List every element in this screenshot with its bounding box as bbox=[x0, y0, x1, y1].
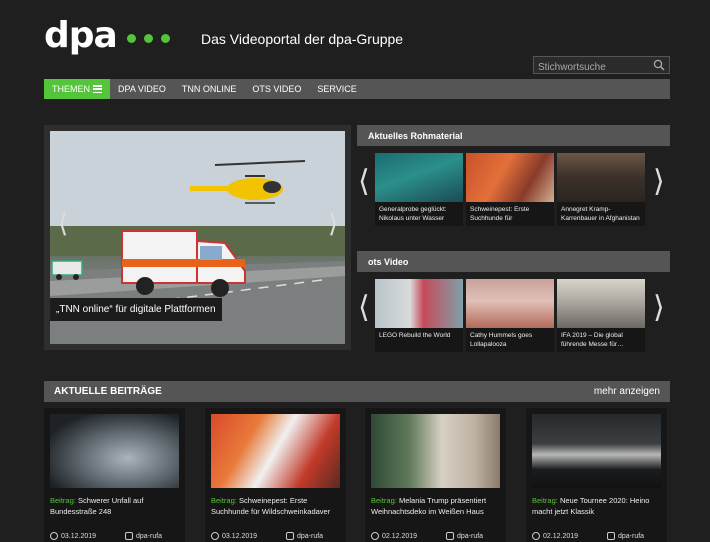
article-card[interactable]: Beitrag: Neue Tournee 2020: Heino macht … bbox=[526, 408, 667, 542]
hero-slider: ⟨ ⟩ „TNN online“ für digitale Plattforme… bbox=[44, 125, 351, 350]
search-icon[interactable] bbox=[653, 59, 665, 71]
nav-item-service[interactable]: SERVICE bbox=[309, 84, 364, 94]
search-input[interactable] bbox=[534, 59, 646, 76]
clock-icon bbox=[371, 532, 379, 540]
thumbnail-image bbox=[466, 153, 554, 202]
thumbnail-title: LEGO Rebuild the World bbox=[379, 332, 451, 339]
card-label: Beitrag: bbox=[532, 496, 558, 505]
logo-dots bbox=[126, 33, 170, 43]
card-label: Beitrag: bbox=[50, 496, 76, 505]
hero-caption[interactable]: „TNN online“ für digitale Plattformen bbox=[50, 298, 222, 321]
ots-next-arrow[interactable]: ⟩ bbox=[653, 293, 665, 323]
article-card[interactable]: Beitrag: Melania Trump präsentiert Weihn… bbox=[365, 408, 506, 542]
ots-video-title: ots Video bbox=[357, 251, 670, 272]
thumbnail-title: Cathy Hummels goes Lollapalooza bbox=[470, 332, 533, 348]
card-image bbox=[50, 414, 179, 488]
card-date: 02.12.2019 bbox=[543, 532, 579, 540]
video-thumbnail[interactable]: LEGO Rebuild the World bbox=[375, 279, 463, 352]
card-image bbox=[371, 414, 500, 488]
card-source: dpa-rufa bbox=[297, 532, 324, 540]
video-thumbnail[interactable]: Schweinepest: Erste Suchhunde für bbox=[466, 153, 554, 226]
video-thumbnail[interactable]: Generalprobe geglückt: Nikolaus unter Wa… bbox=[375, 153, 463, 226]
section-title: AKTUELLE BEITRÄGE bbox=[54, 386, 162, 397]
card-headline: Beitrag: Schweinepest: Erste Suchhunde f… bbox=[211, 496, 343, 517]
card-source: dpa-rufa bbox=[457, 532, 484, 540]
camera-icon bbox=[125, 532, 133, 540]
clock-icon bbox=[211, 532, 219, 540]
aktuelle-beitraege-header: AKTUELLE BEITRÄGE mehr anzeigen bbox=[44, 381, 670, 402]
thumbnail-title: IFA 2019 – Die global führende Messe für… bbox=[561, 332, 624, 348]
thumbnail-image bbox=[375, 279, 463, 328]
clock-icon bbox=[50, 532, 58, 540]
thumbnail-image bbox=[466, 279, 554, 328]
nav-item-tnn-online[interactable]: TNN ONLINE bbox=[174, 84, 245, 94]
more-link[interactable]: mehr anzeigen bbox=[594, 386, 660, 397]
card-meta: 03.12.2019 dpa-rufa bbox=[211, 532, 343, 540]
video-thumbnail[interactable]: Annegret Kramp-Karrenbauer in Afghanista… bbox=[557, 153, 645, 226]
rohmaterial-next-arrow[interactable]: ⟩ bbox=[653, 167, 665, 197]
card-image bbox=[532, 414, 661, 488]
rohmaterial-title: Aktuelles Rohmaterial bbox=[357, 125, 670, 146]
ots-video-panel: ots Video ⟨ LEGO Rebuild the World Cathy… bbox=[357, 251, 670, 352]
card-image bbox=[211, 414, 340, 488]
thumbnail-image bbox=[375, 153, 463, 202]
dpa-logo[interactable]: dpa bbox=[44, 18, 170, 54]
card-meta: 02.12.2019 dpa-rufa bbox=[532, 532, 664, 540]
hero-prev-arrow[interactable]: ⟨ bbox=[58, 210, 68, 236]
thumbnail-image bbox=[557, 153, 645, 202]
camera-icon bbox=[286, 532, 294, 540]
logo-dot bbox=[160, 33, 170, 43]
card-label: Beitrag: bbox=[211, 496, 237, 505]
card-label: Beitrag: bbox=[371, 496, 397, 505]
logo-text: dpa bbox=[44, 15, 118, 56]
clock-icon bbox=[532, 532, 540, 540]
card-date: 02.12.2019 bbox=[382, 532, 418, 540]
main-navigation: THEMEN DPA VIDEO TNN ONLINE OTS VIDEO SE… bbox=[44, 79, 670, 99]
card-date: 03.12.2019 bbox=[61, 532, 97, 540]
ots-video-carousel: ⟨ LEGO Rebuild the World Cathy Hummels g… bbox=[357, 279, 670, 352]
article-card[interactable]: Beitrag: Schweinepest: Erste Suchhunde f… bbox=[205, 408, 346, 542]
rohmaterial-panel: Aktuelles Rohmaterial ⟨ Generalprobe geg… bbox=[357, 125, 670, 226]
card-meta: 02.12.2019 dpa-rufa bbox=[371, 532, 503, 540]
nav-themen-label: THEMEN bbox=[52, 84, 90, 94]
hamburger-icon bbox=[93, 85, 102, 93]
search-box bbox=[533, 56, 670, 76]
card-source: dpa-rufa bbox=[618, 532, 645, 540]
logo-dot bbox=[143, 33, 153, 43]
ots-prev-arrow[interactable]: ⟨ bbox=[358, 293, 370, 323]
card-headline: Beitrag: Schwerer Unfall auf Bundesstraß… bbox=[50, 496, 182, 517]
nav-item-ots-video[interactable]: OTS VIDEO bbox=[244, 84, 309, 94]
card-headline: Beitrag: Neue Tournee 2020: Heino macht … bbox=[532, 496, 664, 517]
nav-item-dpa-video[interactable]: DPA VIDEO bbox=[110, 84, 174, 94]
thumbnail-image bbox=[557, 279, 645, 328]
portal-tagline: Das Videoportal der dpa-Gruppe bbox=[201, 31, 404, 47]
video-thumbnail[interactable]: Cathy Hummels goes Lollapalooza bbox=[466, 279, 554, 352]
thumbnail-title: Schweinepest: Erste Suchhunde für bbox=[470, 206, 530, 222]
thumbnail-title: Annegret Kramp-Karrenbauer in Afghanista… bbox=[561, 206, 640, 222]
camera-icon bbox=[607, 532, 615, 540]
article-card[interactable]: Beitrag: Schwerer Unfall auf Bundesstraß… bbox=[44, 408, 185, 542]
logo-dot bbox=[126, 33, 136, 43]
camera-icon bbox=[446, 532, 454, 540]
video-thumbnail[interactable]: IFA 2019 – Die global führende Messe für… bbox=[557, 279, 645, 352]
thumbnail-title: Generalprobe geglückt: Nikolaus unter Wa… bbox=[379, 206, 447, 222]
rohmaterial-prev-arrow[interactable]: ⟨ bbox=[358, 167, 370, 197]
card-headline: Beitrag: Melania Trump präsentiert Weihn… bbox=[371, 496, 503, 517]
card-meta: 03.12.2019 dpa-rufa bbox=[50, 532, 182, 540]
card-date: 03.12.2019 bbox=[222, 532, 258, 540]
hero-next-arrow[interactable]: ⟩ bbox=[328, 210, 338, 236]
nav-themen-menu[interactable]: THEMEN bbox=[44, 79, 110, 99]
rohmaterial-carousel: ⟨ Generalprobe geglückt: Nikolaus unter … bbox=[357, 153, 670, 226]
card-source: dpa-rufa bbox=[136, 532, 163, 540]
